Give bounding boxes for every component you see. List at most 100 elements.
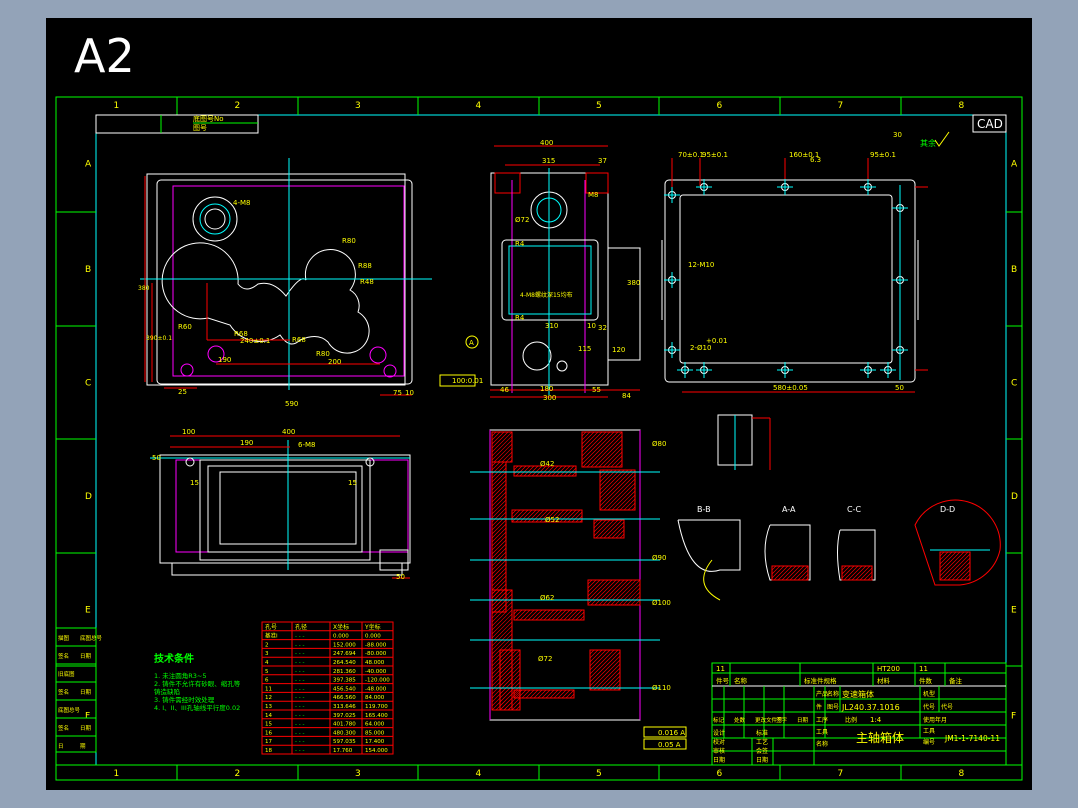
table-cell: 313.646: [333, 704, 356, 710]
column-marker: 4: [476, 101, 482, 111]
table-cell: - - -: [295, 748, 304, 754]
title-text: 比例: [845, 716, 857, 724]
table-header: X坐标: [333, 623, 349, 631]
table-cell: 154.000: [365, 748, 388, 754]
title-text: 审核: [713, 747, 725, 755]
column-marker: 8: [959, 769, 965, 779]
dimension-text: 32: [598, 324, 607, 332]
table-cell: 日期: [80, 653, 92, 660]
table-cell: -40.000: [365, 669, 387, 675]
title-text: 工艺: [756, 738, 768, 746]
column-marker: 4: [476, 769, 482, 779]
title-text: 标记: [713, 716, 725, 724]
dimension-text: 6-M8: [298, 441, 315, 449]
dimension-text: 37: [598, 157, 607, 165]
table-cell: 17.400: [365, 739, 385, 745]
roughness-note: 其余: [920, 138, 936, 148]
table-cell: 描图: [58, 634, 70, 642]
title-header: 备注: [949, 676, 963, 685]
dimension-text: Ø72: [538, 655, 552, 663]
table-cell: -88.000: [365, 642, 387, 648]
dimension-text: 190: [218, 356, 231, 364]
dimension-text: 6.3: [810, 156, 821, 164]
row-marker: E: [85, 606, 91, 616]
title-header: 标准件规格: [804, 676, 837, 685]
dimension-text: R80: [316, 350, 330, 358]
dimension-text: R48: [360, 278, 374, 286]
dimension-text: 75: [393, 389, 402, 397]
dimension-text: 390±0.1: [146, 335, 172, 342]
table-cell: 16: [265, 730, 272, 736]
tool-number: JM1-1-7140-11: [944, 734, 1000, 743]
dimension-text: 240±0.1: [240, 337, 270, 345]
title-text: 名称: [816, 740, 828, 748]
dimension-text: 15: [190, 479, 199, 487]
table-header: Y坐标: [364, 623, 381, 631]
flatness-tolerance: 100:0.01: [452, 377, 483, 385]
table-cell: 底图总号: [80, 634, 103, 642]
dimension-text: 10: [405, 389, 414, 397]
dimension-text: Ø52: [545, 516, 559, 524]
dimension-text: 400: [282, 428, 295, 436]
dimension-text: 12-M10: [688, 261, 714, 269]
table-cell: 2: [265, 642, 269, 648]
dimension-text: 580±0.05: [773, 384, 808, 392]
dimension-text: 2-Ø10: [690, 344, 711, 352]
tech-line: 铸造缺陷: [154, 687, 180, 696]
dimension-text: 70±0.1: [678, 151, 704, 159]
table-cell: 466.560: [333, 695, 356, 701]
table-cell: 基准I: [265, 632, 278, 640]
table-cell: 48.000: [365, 660, 385, 666]
dimension-text: 95±0.1: [702, 151, 728, 159]
table-cell: 6: [265, 678, 269, 684]
table-cell: 0.000: [365, 634, 381, 640]
table-cell: 597.035: [333, 739, 356, 745]
dimension-text: Ø100: [652, 599, 671, 607]
title-header: 件数: [919, 676, 933, 685]
box-text: 底图号No: [193, 114, 224, 123]
table-cell: - - -: [295, 739, 304, 745]
column-marker: 7: [838, 101, 844, 111]
cad-label: CAD: [977, 117, 1003, 131]
table-cell: 11: [265, 686, 272, 692]
table-cell: 456.540: [333, 686, 356, 692]
table-cell: 15: [265, 722, 272, 728]
title-text: 使用年月: [923, 716, 947, 724]
table-cell: 17: [265, 739, 272, 745]
table-cell: - - -: [295, 634, 304, 640]
section-label-a-a: A-A: [782, 505, 796, 514]
title-text: 设计: [713, 729, 725, 737]
row-marker: B: [1011, 265, 1017, 275]
tech-line: 3. 铸件需经时效处理: [154, 695, 215, 704]
dimension-text: R88: [358, 262, 372, 270]
title-header: 件号: [716, 676, 730, 685]
table-cell: - - -: [295, 660, 304, 666]
tolerance-value: 0.016 A: [658, 729, 685, 737]
row-marker: F: [1011, 712, 1016, 722]
dimension-text: 590: [285, 400, 298, 408]
table-cell: 264.540: [333, 660, 356, 666]
table-cell: 日期: [80, 725, 92, 732]
column-marker: 1: [114, 101, 120, 111]
dimension-text: 50: [895, 384, 904, 392]
dimension-text: 315: [542, 157, 555, 165]
table-cell: - - -: [295, 713, 304, 719]
dimension-text: 55: [592, 386, 601, 394]
dimension-text: R60: [178, 323, 192, 331]
title-text: 工序: [816, 716, 828, 724]
title-text: 日期: [797, 717, 809, 724]
dimension-text: 25: [178, 388, 187, 396]
dimension-text: +0.01: [706, 337, 727, 345]
row-marker: D: [1011, 492, 1018, 502]
table-cell: - - -: [295, 686, 304, 692]
title-cell: 11: [919, 665, 928, 673]
table-cell: 签名: [58, 724, 69, 732]
dimension-text: 310: [545, 322, 558, 330]
table-cell: 3: [265, 651, 269, 657]
dimension-text: 30: [893, 131, 902, 139]
table-cell: 401.780: [333, 722, 356, 728]
title-text: 件: [816, 703, 822, 711]
table-cell: 64.000: [365, 722, 385, 728]
title-text: 标准: [756, 729, 768, 737]
section-label-c-c: C-C: [847, 505, 861, 514]
